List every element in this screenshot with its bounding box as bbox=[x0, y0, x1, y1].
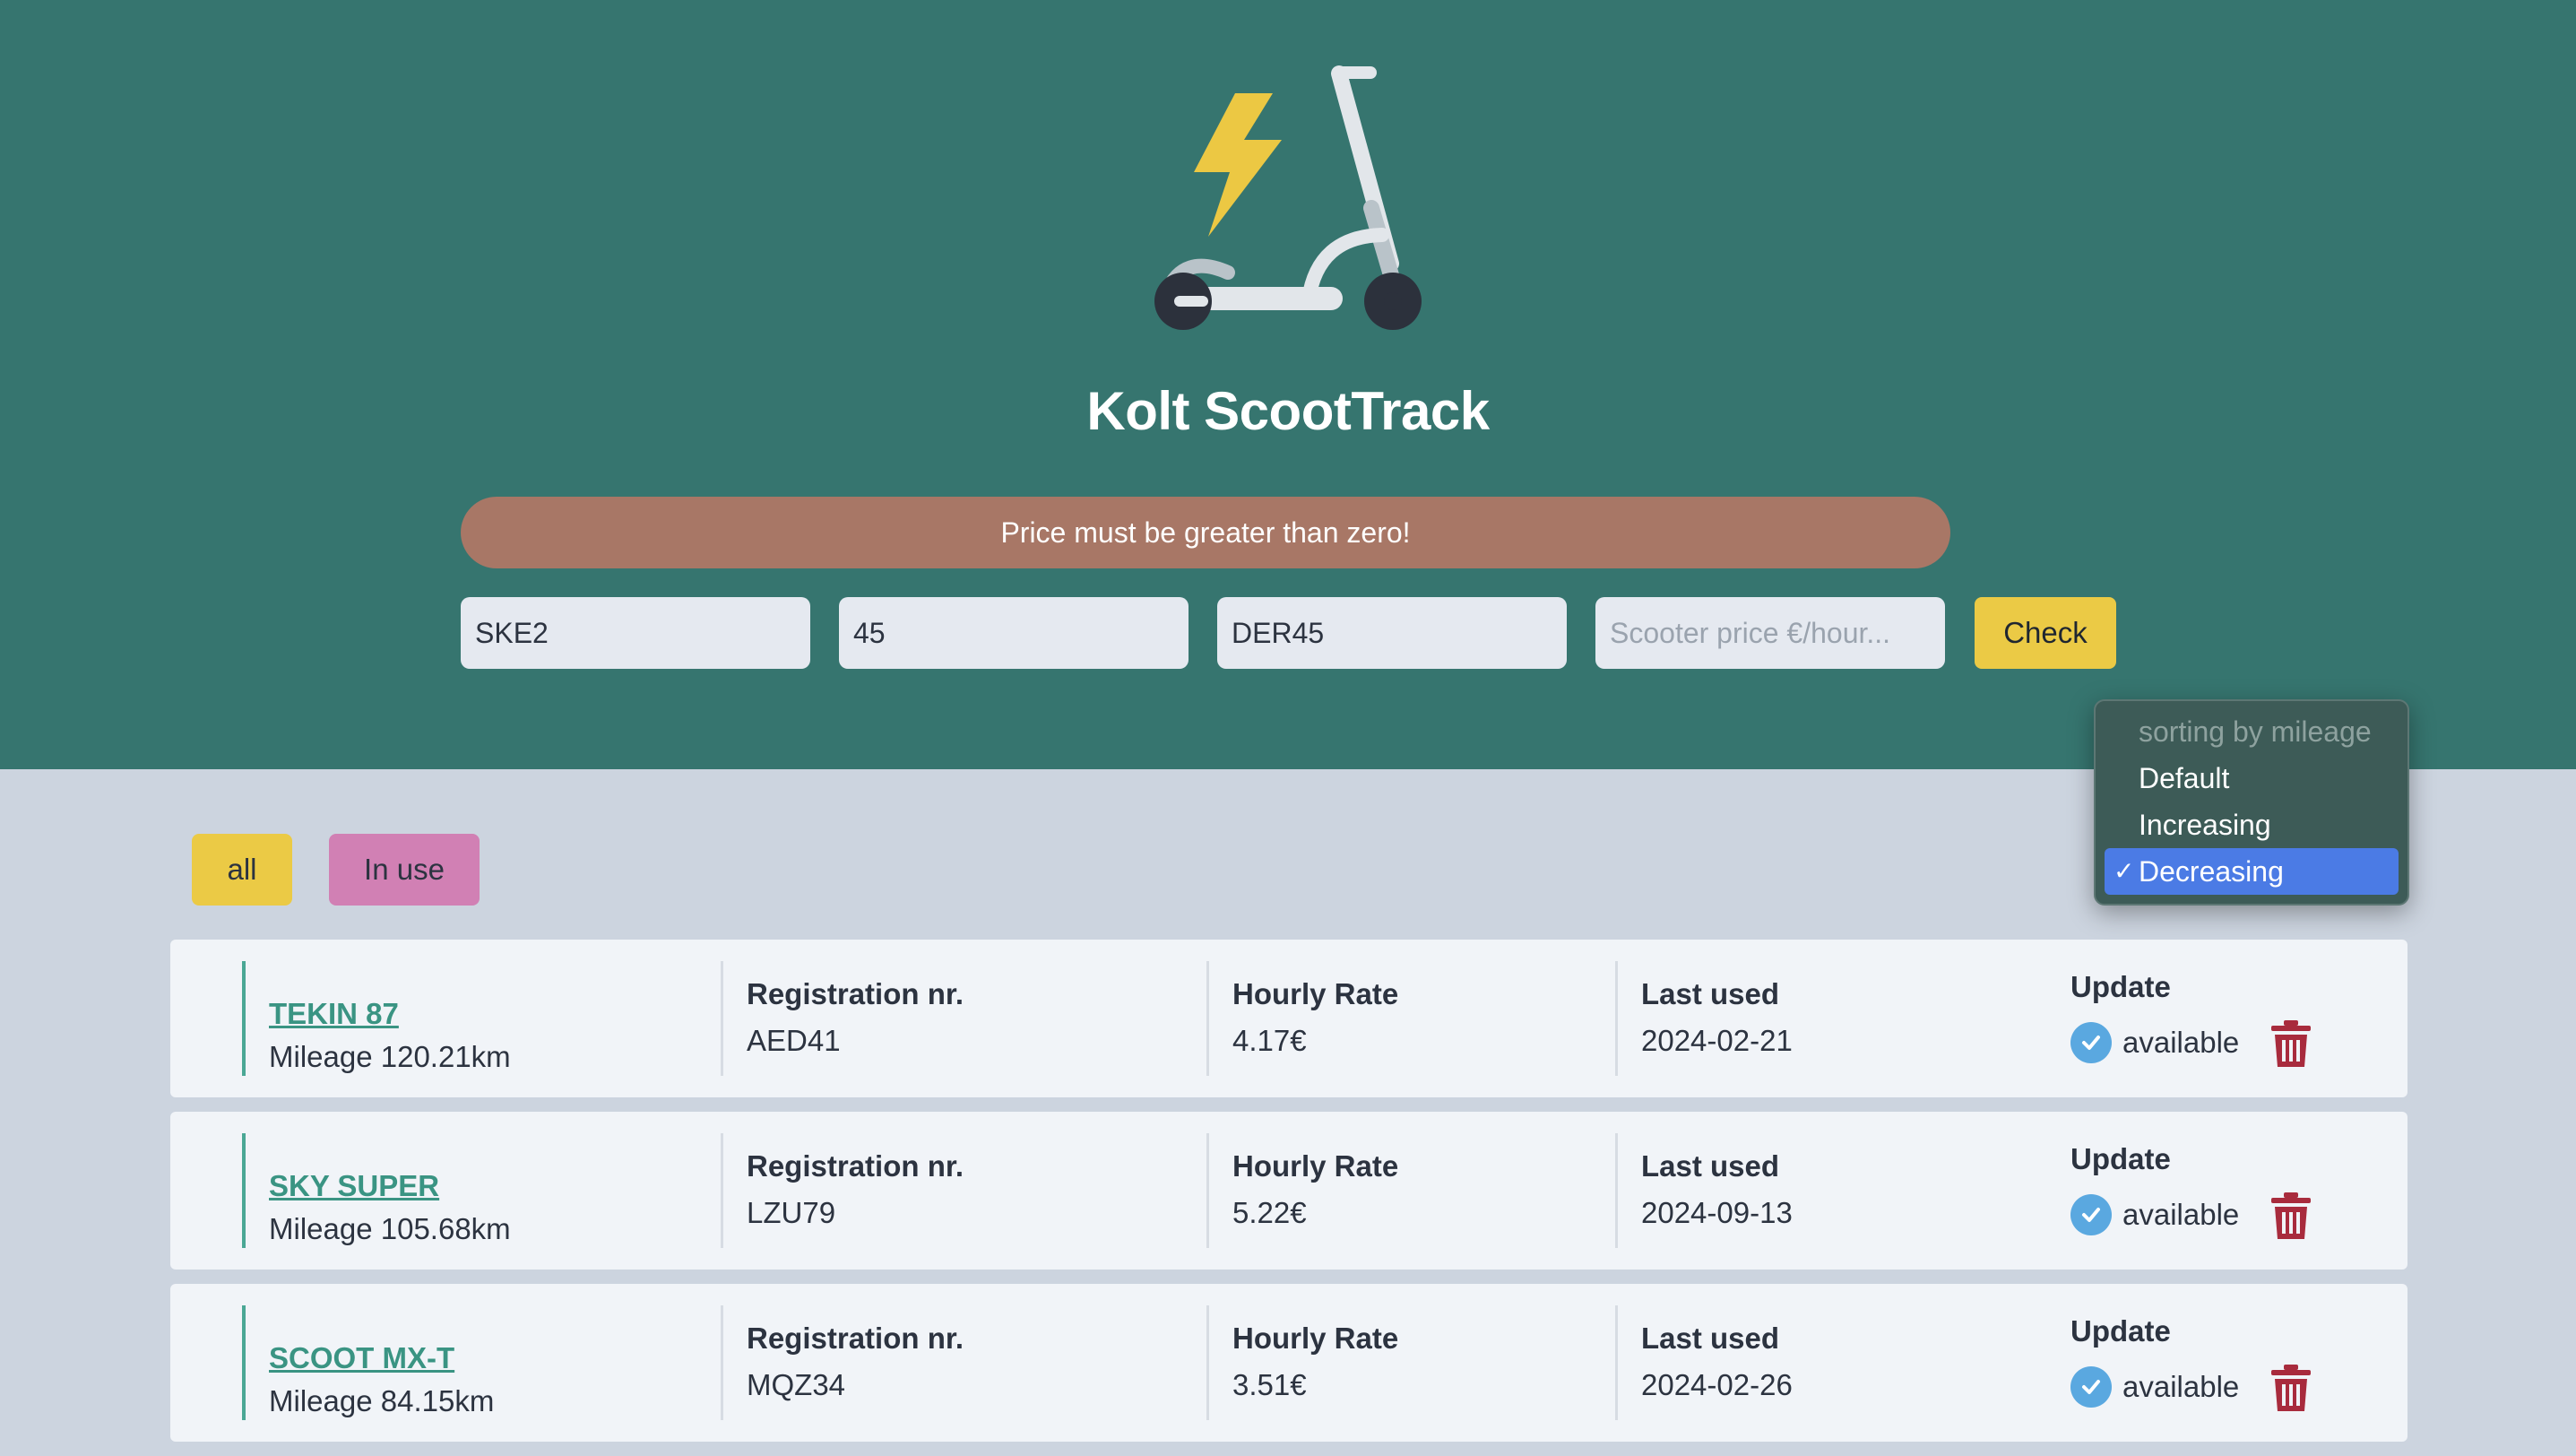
hourly-rate-label: Hourly Rate bbox=[1232, 1322, 1399, 1355]
scooter-name-column: SKY SUPER Mileage 105.68km bbox=[242, 1133, 708, 1248]
scooter-name-link[interactable]: SKY SUPER bbox=[269, 1169, 439, 1203]
sort-option-decreasing[interactable]: ✓ Decreasing bbox=[2105, 848, 2399, 895]
sort-option-default[interactable]: Default bbox=[2105, 755, 2399, 802]
error-banner: Price must be greater than zero! bbox=[461, 497, 1950, 568]
check-circle-icon bbox=[2070, 1366, 2112, 1408]
hourly-rate-column: Hourly Rate 4.17€ bbox=[1206, 961, 1592, 1076]
last-used-value: 2024-02-26 bbox=[1641, 1368, 1793, 1401]
price-input[interactable] bbox=[1595, 597, 1945, 669]
check-circle-icon bbox=[2070, 1022, 2112, 1063]
status-toggle[interactable]: available bbox=[2070, 1194, 2239, 1235]
last-used-column: Last used 2024-02-26 bbox=[1615, 1305, 2027, 1420]
scooter-card: SCOOT MX-T Mileage 84.15km Registration … bbox=[170, 1284, 2407, 1442]
sort-option-placeholder: sorting by mileage bbox=[2139, 715, 2372, 748]
trash-icon[interactable] bbox=[2271, 1192, 2311, 1239]
hourly-rate-value: 4.17€ bbox=[1232, 1024, 1307, 1057]
mileage-input[interactable] bbox=[839, 597, 1189, 669]
last-used-value: 2024-02-21 bbox=[1641, 1024, 1793, 1057]
registration-column: Registration nr. MQZ34 bbox=[721, 1305, 1187, 1420]
hourly-rate-value: 5.22€ bbox=[1232, 1196, 1307, 1229]
scooter-name-column: TEKIN 87 Mileage 120.21km bbox=[242, 961, 708, 1076]
hourly-rate-value: 3.51€ bbox=[1232, 1368, 1307, 1401]
registration-input[interactable] bbox=[1217, 597, 1567, 669]
last-used-column: Last used 2024-02-21 bbox=[1615, 961, 2027, 1076]
checkmark-icon: ✓ bbox=[2114, 857, 2135, 885]
check-circle-icon bbox=[2070, 1194, 2112, 1235]
registration-value: AED41 bbox=[747, 1024, 841, 1057]
hourly-rate-column: Hourly Rate 3.51€ bbox=[1206, 1305, 1592, 1420]
last-used-label: Last used bbox=[1641, 1322, 1780, 1355]
last-used-column: Last used 2024-09-13 bbox=[1615, 1133, 2027, 1248]
last-used-value: 2024-09-13 bbox=[1641, 1196, 1793, 1229]
scooter-name-link[interactable]: SCOOT MX-T bbox=[269, 1341, 454, 1375]
name-input[interactable] bbox=[461, 597, 810, 669]
status-toggle[interactable]: available bbox=[2070, 1366, 2239, 1408]
hourly-rate-label: Hourly Rate bbox=[1232, 977, 1399, 1010]
hourly-rate-label: Hourly Rate bbox=[1232, 1149, 1399, 1183]
registration-column: Registration nr. LZU79 bbox=[721, 1133, 1187, 1248]
registration-label: Registration nr. bbox=[747, 1322, 964, 1355]
status-text: available bbox=[2122, 1026, 2240, 1059]
update-label: Update bbox=[2070, 1314, 2171, 1348]
sort-dropdown[interactable]: sorting by mileage Default Increasing ✓ D… bbox=[2094, 699, 2409, 906]
scooter-card: SKY SUPER Mileage 105.68km Registration … bbox=[170, 1112, 2407, 1270]
status-text: available bbox=[2122, 1370, 2240, 1403]
trash-icon[interactable] bbox=[2271, 1365, 2311, 1411]
last-used-label: Last used bbox=[1641, 977, 1780, 1010]
check-button[interactable]: Check bbox=[1975, 597, 2116, 669]
update-label: Update bbox=[2070, 970, 2171, 1003]
last-used-label: Last used bbox=[1641, 1149, 1780, 1183]
registration-value: LZU79 bbox=[747, 1196, 836, 1229]
registration-label: Registration nr. bbox=[747, 1149, 964, 1183]
app-title: Kolt ScootTrack bbox=[1086, 381, 1490, 441]
scooter-name-link[interactable]: TEKIN 87 bbox=[269, 997, 399, 1031]
filter-all-button[interactable]: all bbox=[192, 834, 292, 906]
scooter-card: TEKIN 87 Mileage 120.21km Registration n… bbox=[170, 940, 2407, 1097]
registration-value: MQZ34 bbox=[747, 1368, 846, 1401]
sort-option-increasing[interactable]: Increasing bbox=[2105, 802, 2399, 848]
registration-column: Registration nr. AED41 bbox=[721, 961, 1187, 1076]
sort-option-decreasing-label: Decreasing bbox=[2139, 855, 2284, 888]
scooter-logo-icon bbox=[1154, 65, 1422, 330]
trash-icon[interactable] bbox=[2271, 1020, 2311, 1067]
scooter-mileage: Mileage 120.21km bbox=[269, 1040, 511, 1073]
status-toggle[interactable]: available bbox=[2070, 1022, 2239, 1063]
update-label: Update bbox=[2070, 1142, 2171, 1175]
header: Kolt ScootTrack Price must be greater th… bbox=[0, 0, 2576, 769]
registration-label: Registration nr. bbox=[747, 977, 964, 1010]
hourly-rate-column: Hourly Rate 5.22€ bbox=[1206, 1133, 1592, 1248]
scooter-mileage: Mileage 105.68km bbox=[269, 1212, 511, 1245]
scooter-name-column: SCOOT MX-T Mileage 84.15km bbox=[242, 1305, 708, 1420]
scooter-mileage: Mileage 84.15km bbox=[269, 1384, 495, 1417]
filter-in-use-button[interactable]: In use bbox=[329, 834, 480, 906]
status-text: available bbox=[2122, 1198, 2240, 1231]
